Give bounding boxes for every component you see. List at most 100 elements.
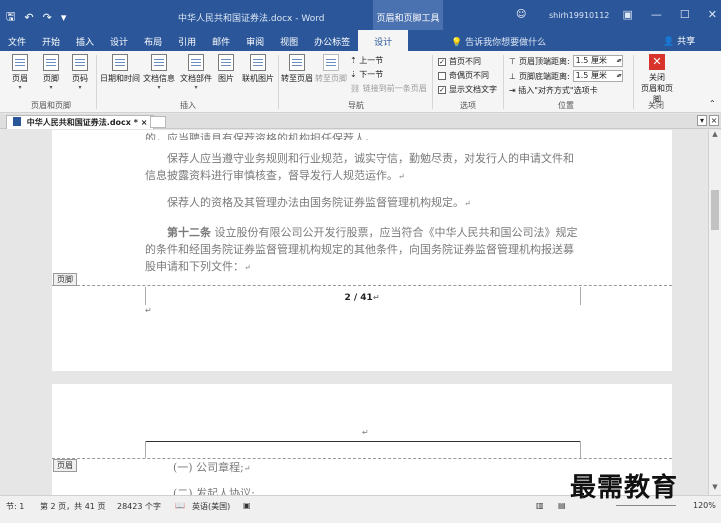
tab-header-footer-design[interactable]: 设计 [358, 30, 409, 51]
paragraph-mark: ↵ [145, 306, 152, 315]
footer-icon [43, 54, 59, 71]
section-indicator[interactable]: 节: 1 [6, 501, 24, 512]
close-all-icon[interactable]: × [709, 115, 719, 126]
paragraph-mark: ↵ [243, 464, 251, 473]
watermark-logo: 最需教育 [570, 473, 679, 503]
quick-access-toolbar: 🖫 ↶ ↷ ▾ [6, 8, 66, 27]
close-header-footer-button[interactable]: ✕ 关闭 页眉和页脚 [638, 54, 676, 105]
different-odd-even-checkbox[interactable]: 奇偶页不同 [438, 70, 489, 81]
minimize-button[interactable]: — [651, 8, 662, 21]
document-tab[interactable]: 中华人民共和国证券法.docx * × [6, 115, 155, 129]
tab-layout[interactable]: 布局 [136, 30, 170, 51]
header-top-distance-input[interactable]: 1.5 厘米 [572, 55, 623, 67]
body-paragraph: (二) 发起人协议; [145, 485, 583, 495]
tab-view[interactable]: 视图 [272, 30, 306, 51]
tab-scroll-buttons: ▾ × [697, 115, 719, 126]
share-button[interactable]: 👤 共享 [663, 34, 695, 47]
document-tab-label: 中华人民共和国证券法.docx * [26, 118, 138, 127]
header-top-distance-spinner: ⊤ 页眉顶端距离: 1.5 厘米 [509, 55, 623, 67]
next-section-button[interactable]: ⇣ 下一节 [350, 69, 383, 80]
window-controls: ▣ — ☐ ✕ [623, 8, 718, 21]
body-paragraph-cut: 的，应当聘请具有保荐资格的机构担任保荐人。 [145, 132, 376, 140]
print-layout-icon[interactable]: ▤ [558, 501, 566, 510]
next-section-icon: ⇣ [350, 70, 357, 79]
title-bar: 🖫 ↶ ↷ ▾ 中华人民共和国证券法.docx - Word 页眉和页脚工具 ☺… [0, 0, 721, 30]
zoom-slider[interactable] [616, 505, 676, 506]
paragraph-text: 保荐人应当遵守业务规则和行业规范，诚实守信，勤勉尽责，对发行人的申请文件和信息披… [145, 152, 574, 182]
macro-record-icon[interactable]: ▣ [243, 501, 251, 510]
read-mode-icon[interactable]: ▥ [536, 501, 544, 510]
close-button[interactable]: ✕ [708, 8, 717, 21]
new-tab-button[interactable] [150, 116, 166, 128]
different-first-page-label: 首页不同 [449, 57, 481, 66]
save-icon[interactable]: 🖫 [6, 8, 15, 27]
share-label: 共享 [677, 37, 696, 47]
undo-icon[interactable]: ↶ [24, 11, 33, 24]
picture-button[interactable]: 图片 [214, 54, 238, 84]
goto-footer-button[interactable]: 转至页脚 [315, 54, 347, 84]
group-divider [96, 55, 97, 109]
body-paragraph: 保荐人应当遵守业务规则和行业规范，诚实守信，勤勉尽责，对发行人的申请文件和信息披… [145, 150, 583, 185]
paragraph-mark: ↵ [464, 199, 471, 208]
document-tab-close-icon[interactable]: × [141, 118, 148, 127]
header-button[interactable]: 页眉 ▾ [8, 54, 32, 91]
header-bottom-border [145, 441, 580, 442]
page-number-button[interactable]: 页码 ▾ [68, 54, 92, 91]
ribbon-display-icon[interactable]: ▣ [623, 8, 633, 21]
group-label-insert: 插入 [180, 101, 196, 110]
document-info-icon [151, 54, 167, 71]
date-time-button[interactable]: 日期和时间 [100, 54, 140, 84]
tab-references[interactable]: 引用 [170, 30, 204, 51]
footer-bottom-distance-input[interactable]: 1.5 厘米 [572, 70, 623, 82]
tab-home[interactable]: 开始 [34, 30, 68, 51]
body-paragraph: (一) 公司章程;↵ [145, 459, 583, 477]
user-name[interactable]: shirh19910112 [549, 11, 609, 20]
tab-file[interactable]: 文件 [0, 30, 34, 51]
maximize-button[interactable]: ☐ [680, 8, 690, 21]
chevron-down-icon: ▾ [49, 84, 53, 91]
link-to-previous-button[interactable]: ⛓ 链接到前一条页眉 [350, 83, 427, 94]
tab-office-tab[interactable]: 办公标签 [306, 30, 358, 51]
zoom-level[interactable]: 120% [693, 501, 716, 510]
scroll-up-icon[interactable]: ▲ [709, 130, 721, 142]
previous-section-icon: ⇡ [350, 56, 357, 65]
customize-qat-icon[interactable]: ▾ [61, 11, 67, 24]
insert-alignment-tab-label: 插入"对齐方式"选项卡 [518, 86, 598, 95]
footer-page-number[interactable]: 2 / 41↵ [52, 293, 672, 303]
language-indicator[interactable]: 英语(美国) [192, 501, 230, 512]
show-document-text-checkbox[interactable]: ✓ 显示文档文字 [438, 84, 497, 95]
tab-design[interactable]: 设计 [102, 30, 136, 51]
doc-info-button[interactable]: 文档信息 ▾ [141, 54, 177, 91]
tell-me-search[interactable]: 💡 告诉我你想要做什么 [451, 35, 546, 48]
collapse-ribbon-icon[interactable]: ⌃ [709, 99, 716, 108]
scroll-down-icon[interactable]: ▼ [709, 483, 721, 495]
goto-header-button[interactable]: 转至页眉 [281, 54, 313, 84]
insert-alignment-tab-button[interactable]: ⇥ 插入"对齐方式"选项卡 [509, 85, 598, 96]
previous-section-button[interactable]: ⇡ 上一节 [350, 55, 383, 66]
vertical-scrollbar[interactable]: ▲ ▼ [708, 130, 721, 495]
proofing-icon[interactable]: 📖 [175, 501, 185, 510]
footer-position-icon: ⊥ [509, 71, 516, 81]
word-count[interactable]: 28423 个字 [117, 501, 161, 512]
tab-mailings[interactable]: 邮件 [204, 30, 238, 51]
header-position-icon: ⊤ [509, 56, 516, 66]
redo-icon[interactable]: ↷ [43, 11, 52, 24]
different-first-page-checkbox[interactable]: ✓ 首页不同 [438, 56, 481, 67]
window-title: 中华人民共和国证券法.docx - Word [178, 14, 325, 24]
margin-corner [580, 441, 581, 458]
tab-insert[interactable]: 插入 [68, 30, 102, 51]
tab-list-icon[interactable]: ▾ [697, 115, 707, 126]
scroll-thumb[interactable] [711, 190, 719, 230]
paragraph-text: 保荐人的资格及其管理办法由国务院证券监督管理机构规定。 [167, 196, 464, 209]
doc-parts-button[interactable]: 文档部件 ▾ [178, 54, 214, 91]
checkbox-checked-icon: ✓ [438, 85, 446, 94]
footer-button[interactable]: 页脚 ▾ [39, 54, 63, 91]
tab-review[interactable]: 审阅 [238, 30, 272, 51]
document-canvas[interactable]: 的，应当聘请具有保荐资格的机构担任保荐人。 保荐人应当遵守业务规则和行业规范，诚… [0, 130, 708, 495]
footer-label: 页脚 [43, 74, 59, 83]
show-document-text-label: 显示文档文字 [449, 85, 497, 94]
online-picture-button[interactable]: 联机图片 [240, 54, 276, 84]
feedback-icon[interactable]: ☺ [516, 9, 526, 20]
link-to-previous-label: 链接到前一条页眉 [362, 84, 427, 93]
page-indicator[interactable]: 第 2 页，共 41 页 [40, 501, 105, 512]
